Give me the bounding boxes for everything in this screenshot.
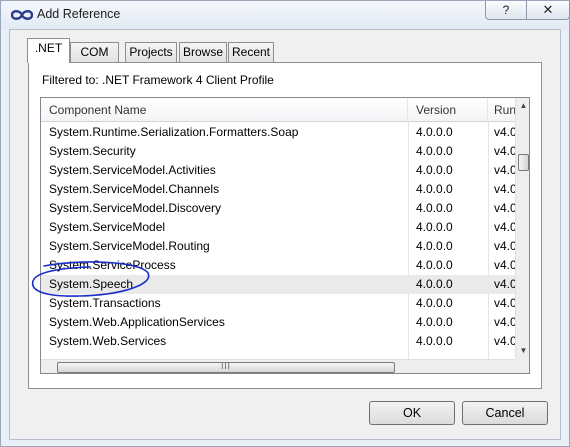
table-row[interactable]: System.ServiceModel.Routing 4.0.0.0 v4.0 (41, 237, 515, 256)
table-row[interactable]: System.ServiceModel 4.0.0.0 v4.0 (41, 218, 515, 237)
version-cell: 4.0.0.0 (416, 277, 453, 291)
scroll-down-arrow-icon[interactable]: ▼ (516, 343, 529, 358)
version-cell: 4.0.0.0 (416, 334, 453, 348)
version-cell: 4.0.0.0 (416, 144, 453, 158)
component-name-cell: System.Web.ApplicationServices (49, 315, 225, 329)
runtime-cell: v4.0 (494, 315, 515, 329)
table-row[interactable]: System.ServiceModel.Channels 4.0.0.0 v4.0 (41, 180, 515, 199)
help-button[interactable]: ? (485, 1, 527, 20)
table-row[interactable]: System.ServiceModel.Activities 4.0.0.0 v4.… (41, 161, 515, 180)
table-row[interactable]: System.Web.ApplicationServices 4.0.0.0 v4.… (41, 313, 515, 332)
runtime-cell: v4.0 (494, 258, 515, 272)
column-header-component-name[interactable]: Component Name (41, 98, 408, 121)
table-row[interactable]: System.Transactions 4.0.0.0 v4.0 (41, 294, 515, 313)
scroll-up-arrow-icon[interactable]: ▲ (516, 98, 529, 113)
window-title: Add Reference (37, 7, 121, 21)
component-name-cell: System.ServiceModel.Discovery (49, 201, 222, 215)
runtime-cell: v4.0 (494, 163, 515, 177)
table-row[interactable]: System.Web.Services 4.0.0.0 v4.0 (41, 332, 515, 351)
vertical-scroll-thumb[interactable] (518, 154, 529, 171)
component-name-cell: System.Security (49, 144, 136, 158)
filter-label: Filtered to: .NET Framework 4 Client Pro… (42, 73, 274, 87)
close-button[interactable]: ✕ (526, 1, 570, 20)
runtime-cell: v4.0 (494, 220, 515, 234)
runtime-cell: v4.0 (494, 144, 515, 158)
list-header: Component Name Version Run (41, 98, 529, 122)
component-list[interactable]: Component Name Version Run System.Runtim… (40, 97, 530, 374)
tab-browse[interactable]: Browse (179, 42, 227, 62)
version-cell: 4.0.0.0 (416, 258, 453, 272)
runtime-cell: v4.0 (494, 334, 515, 348)
tab-projects[interactable]: Projects (125, 42, 177, 62)
runtime-cell: v4.0 (494, 239, 515, 253)
table-row[interactable]: System.Runtime.Serialization.Formatters.… (41, 123, 515, 142)
cancel-button[interactable]: Cancel (462, 401, 548, 425)
component-name-cell: System.Runtime.Serialization.Formatters.… (49, 125, 299, 139)
table-row[interactable]: System.ServiceProcess 4.0.0.0 v4.0 (41, 256, 515, 275)
component-name-cell: System.Transactions (49, 296, 161, 310)
component-name-cell: System.ServiceProcess (49, 258, 176, 272)
title-bar: Add Reference (1, 1, 569, 29)
version-cell: 4.0.0.0 (416, 315, 453, 329)
horizontal-scrollbar[interactable]: III (41, 359, 515, 373)
scrollbar-corner (515, 359, 529, 373)
column-header-runtime[interactable]: Run (488, 98, 515, 121)
component-name-cell: System.Web.Services (49, 334, 167, 348)
version-cell: 4.0.0.0 (416, 296, 453, 310)
version-cell: 4.0.0.0 (416, 182, 453, 196)
vertical-scrollbar[interactable]: ▲ ▼ (515, 98, 529, 360)
component-name-cell: System.ServiceModel (49, 220, 166, 234)
runtime-cell: v4.0 (494, 201, 515, 215)
component-name-cell: System.ServiceModel.Channels (49, 182, 220, 196)
runtime-cell: v4.0 (494, 125, 515, 139)
table-row[interactable]: System.ServiceModel.Discovery 4.0.0.0 v4.0 (41, 199, 515, 218)
version-cell: 4.0.0.0 (416, 220, 453, 234)
visual-studio-icon (11, 10, 33, 20)
version-cell: 4.0.0.0 (416, 201, 453, 215)
version-cell: 4.0.0.0 (416, 239, 453, 253)
ok-button[interactable]: OK (369, 401, 455, 425)
runtime-cell: v4.0 (494, 277, 515, 291)
version-cell: 4.0.0.0 (416, 163, 453, 177)
component-name-cell: System.ServiceModel.Activities (49, 163, 216, 177)
tab-dotnet[interactable]: .NET (27, 38, 70, 63)
version-cell: 4.0.0.0 (416, 125, 453, 139)
component-name-cell: System.Speech (49, 277, 134, 291)
column-header-version[interactable]: Version (408, 98, 488, 121)
component-name-cell: System.ServiceModel.Routing (49, 239, 210, 253)
table-row[interactable]: System.Security 4.0.0.0 v4.0 (41, 142, 515, 161)
tab-recent[interactable]: Recent (228, 42, 274, 62)
runtime-cell: v4.0 (494, 296, 515, 310)
horizontal-scroll-thumb[interactable]: III (57, 362, 395, 373)
table-row[interactable]: System.Speech 4.0.0.0 v4.0 (41, 275, 515, 294)
tab-com[interactable]: COM (70, 42, 119, 62)
runtime-cell: v4.0 (494, 182, 515, 196)
